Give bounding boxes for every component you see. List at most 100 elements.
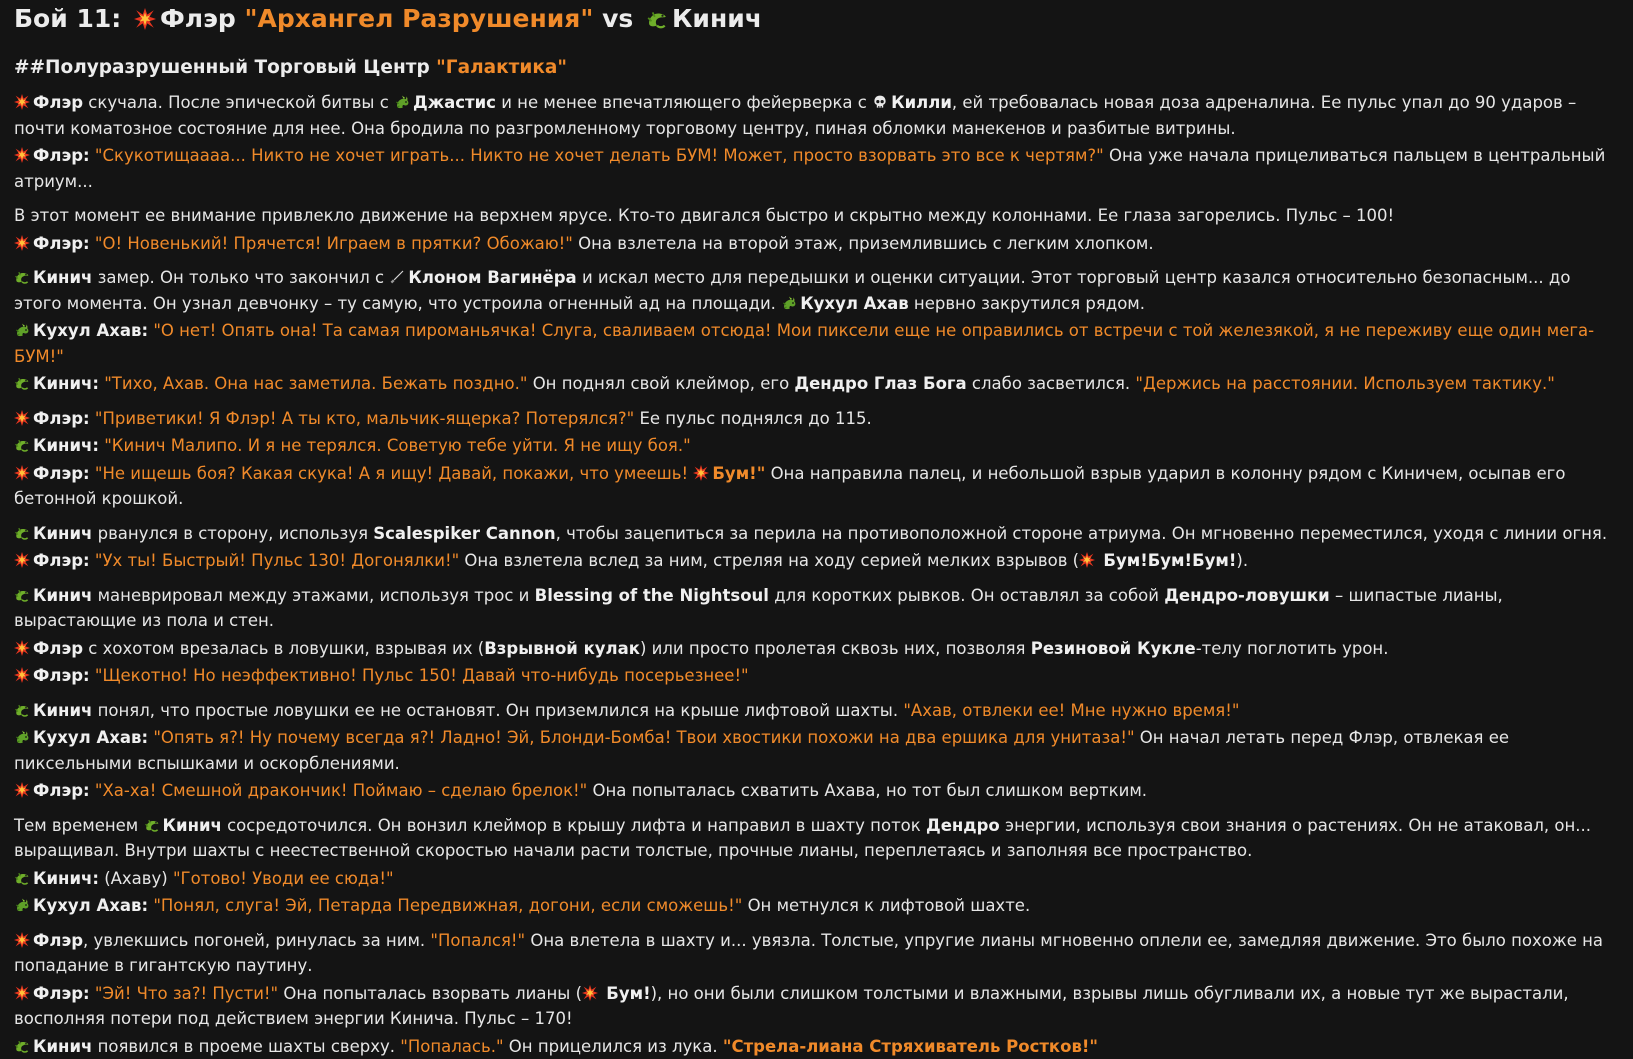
- lizard-icon: [14, 525, 30, 541]
- dialogue-quote: "Готово! Уводи ее сюда!": [173, 869, 394, 888]
- narration-text: Ее пульс поднялся до 115.: [639, 409, 871, 428]
- dialogue-quote: "Попался!": [430, 931, 525, 950]
- narration-text: Он прицелился из лука.: [509, 1037, 718, 1056]
- dialogue-line: Флэр: "Не ищешь боя? Какая скука! А я ищ…: [14, 461, 1619, 512]
- title-prefix: Бой 11:: [14, 4, 121, 33]
- dialogue-quote: "Опять я?! Ну почему всегда я?! Ладно! Э…: [153, 728, 1134, 747]
- location-prefix: ##Полуразрушенный Торговый Центр: [14, 57, 430, 78]
- skill-name: Резиновой Кукле: [1031, 639, 1196, 658]
- dialogue-quote: "Ахав, отвлеки ее! Мне нужно время!": [903, 701, 1239, 720]
- lizard-icon: [14, 587, 30, 603]
- dialogue-quote: "Ух ты! Быстрый! Пульс 130! Догонялки!": [95, 551, 459, 570]
- speaker-name: Кинич: [33, 1037, 92, 1056]
- explosion-icon: [582, 985, 598, 1001]
- dialogue-quote: "О! Новенький! Прячется! Играем в прятки…: [95, 234, 573, 253]
- dialogue-quote: "Попалась.": [400, 1037, 503, 1056]
- dialogue-quote: "Тихо, Ахав. Она нас заметила. Бежать по…: [104, 374, 527, 393]
- fighter1-name: Флэр: [160, 4, 236, 33]
- speaker-name: Флэр:: [33, 984, 90, 1003]
- lizard-icon: [14, 437, 30, 453]
- speaker-name: Флэр:: [33, 234, 90, 253]
- character-name: Джастис: [413, 93, 496, 112]
- paragraph-9: Флэр, увлекшись погоней, ринулась за ним…: [14, 928, 1619, 1059]
- narration-text: и не менее впечатляющего фейерверка с: [501, 93, 867, 112]
- dialogue-line: Флэр: "Скукотищаааа... Никто не хочет иг…: [14, 143, 1619, 194]
- narration-line: Флэр скучала. После эпической битвы с Дж…: [14, 90, 1619, 141]
- dialogue-quote: "Держись на расстоянии. Используем такти…: [1135, 374, 1555, 393]
- speaker-name: Флэр:: [33, 781, 90, 800]
- narration-text: рванулся в сторону, используя: [98, 524, 368, 543]
- skill-name: Дендро-ловушки: [1164, 586, 1330, 605]
- blade-icon: [389, 269, 405, 285]
- narration-text: слабо засветился.: [972, 374, 1130, 393]
- speaker-name: Флэр:: [33, 409, 90, 428]
- character-name: Кухул Ахав: [800, 294, 908, 313]
- speaker-name: Флэр:: [33, 666, 90, 685]
- speaker-name: Флэр:: [33, 146, 90, 165]
- skill-name: Scalespiker Cannon: [373, 524, 555, 543]
- dialogue-line: Кухул Ахав: "О нет! Опять она! Та самая …: [14, 318, 1619, 369]
- narration-text: для коротких рывков. Он оставлял за собо…: [774, 586, 1159, 605]
- speaker-name: Кинич:: [33, 436, 99, 455]
- narration-text: В этот момент ее внимание привлекло движ…: [14, 206, 1394, 225]
- narration-text: Он поднял свой клеймор, его: [533, 374, 789, 393]
- speaker-name: Кинич: [33, 586, 92, 605]
- dialogue-quote: "Не ищешь боя? Какая скука! А я ищу! Дав…: [95, 464, 688, 483]
- dialogue-line: Кухул Ахав: "Опять я?! Ну почему всегда …: [14, 725, 1619, 776]
- lizard-icon: [14, 702, 30, 718]
- dialogue-quote: "Кинич Малипо. И я не терялся. Советую т…: [104, 436, 691, 455]
- narration-line: Флэр, увлекшись погоней, ринулась за ним…: [14, 928, 1619, 979]
- dragon-icon: [394, 94, 410, 110]
- explosion-icon: [14, 782, 30, 798]
- dialogue-line: Флэр: "Щекотно! Но неэффективно! Пульс 1…: [14, 663, 1619, 689]
- speaker-name: Кинич: [33, 268, 92, 287]
- narration-text: ) или просто пролетая сквозь них, позвол…: [640, 639, 1026, 658]
- narration-line: Флэр с хохотом врезалась в ловушки, взры…: [14, 636, 1619, 662]
- skull-icon: [872, 94, 888, 110]
- character-name: Клоном Вагинёра: [408, 268, 576, 287]
- dialogue-line: Кинич: (Ахаву) "Готово! Уводи ее сюда!": [14, 866, 1619, 892]
- speaker-name: Кухул Ахав:: [33, 728, 148, 747]
- paragraph-7: Кинич понял, что простые ловушки ее не о…: [14, 698, 1619, 804]
- sound-effect: Бум!": [712, 464, 765, 483]
- dialogue-line: Кинич: "Тихо, Ахав. Она нас заметила. Бе…: [14, 371, 1619, 397]
- narration-text: появился в проеме шахты сверху.: [98, 1037, 395, 1056]
- lizard-icon: [14, 269, 30, 285]
- speaker-name: Кухул Ахав:: [33, 896, 148, 915]
- dragon-icon: [14, 729, 30, 745]
- narration-text: нервно закрутился рядом.: [914, 294, 1145, 313]
- narration-text: , чтобы зацепиться за перила на противоп…: [556, 524, 1607, 543]
- speaker-name: Кинич: [33, 524, 92, 543]
- dialogue-quote: "Ха-ха! Смешной дракончик! Поймаю – сдел…: [95, 781, 587, 800]
- narration-text: понял, что простые ловушки ее не останов…: [98, 701, 898, 720]
- dragon-icon: [14, 322, 30, 338]
- narration-line: Тем временем Кинич сосредоточился. Он во…: [14, 813, 1619, 864]
- skill-name: Blessing of the Nightsoul: [535, 586, 769, 605]
- speaker-name: Кухул Ахав:: [33, 321, 148, 340]
- speaker-name: Флэр: [33, 93, 83, 112]
- narration-line: Кинич рванулся в сторону, используя Scal…: [14, 521, 1619, 547]
- dialogue-line: Кинич появился в проеме шахты сверху. "П…: [14, 1034, 1619, 1059]
- speaker-name: Кинич:: [33, 374, 99, 393]
- element-name: Дендро: [926, 816, 1000, 835]
- speaker-name: Кинич: [33, 701, 92, 720]
- paragraph-3: Кинич замер. Он только что закончил с Кл…: [14, 265, 1619, 397]
- vs-label: vs: [602, 4, 633, 33]
- explosion-icon: [134, 8, 156, 30]
- narration-text: Тем временем: [14, 816, 138, 835]
- dialogue-line: Кухул Ахав: "Понял, слуга! Эй, Петарда П…: [14, 893, 1619, 919]
- dialogue-quote: "Скукотищаааа... Никто не хочет играть..…: [95, 146, 1104, 165]
- dialogue-quote: "Щекотно! Но неэффективно! Пульс 150! Да…: [95, 666, 749, 685]
- dialogue-line: Флэр: "Эй! Что за?! Пусти!" Она попытала…: [14, 981, 1619, 1032]
- dialogue-line: Флэр: "Приветики! Я Флэр! А ты кто, маль…: [14, 406, 1619, 432]
- location-name: "Галактика": [436, 57, 567, 78]
- explosion-icon: [14, 640, 30, 656]
- explosion-icon: [14, 94, 30, 110]
- character-name: Килли: [891, 93, 952, 112]
- narration-text: Она попыталась взорвать лианы (: [283, 984, 582, 1003]
- explosion-icon: [14, 932, 30, 948]
- location-heading: ##Полуразрушенный Торговый Центр "Галакт…: [14, 56, 1619, 80]
- page-title: Бой 11: Флэр "Архангел Разрушения" vs Ки…: [14, 4, 1619, 34]
- lizard-icon: [646, 8, 668, 30]
- narration-text: , увлекшись погоней, ринулась за ним.: [83, 931, 425, 950]
